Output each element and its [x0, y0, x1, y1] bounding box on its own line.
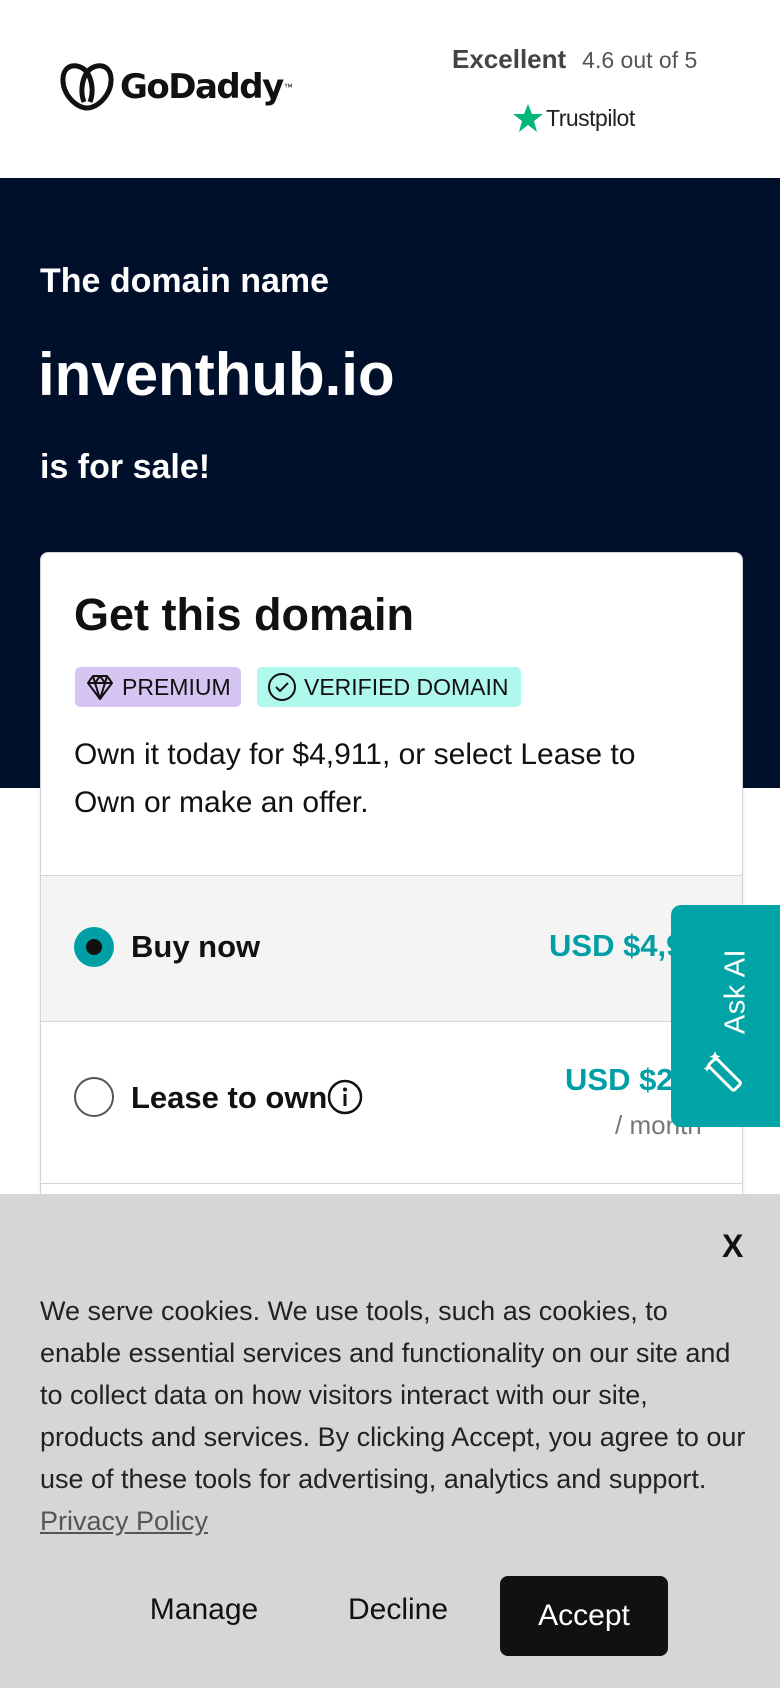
godaddy-logo-icon	[60, 63, 114, 111]
cookie-message: We serve cookies. We use tools, such as …	[40, 1296, 746, 1494]
trustpilot-name: Trustpilot	[546, 104, 635, 131]
lease-to-own-radio[interactable]	[74, 1077, 114, 1117]
trustpilot-score: 4.6 out of 5	[582, 47, 698, 73]
godaddy-logo[interactable]: GoDaddy ™	[60, 62, 293, 112]
diamond-icon	[87, 675, 113, 700]
decline-button[interactable]: Decline	[336, 1570, 460, 1650]
hero-intro: The domain name	[40, 262, 330, 300]
ask-ai-button[interactable]: Ask AI	[671, 905, 780, 1127]
logo-trademark: ™	[283, 82, 293, 92]
site-header: GoDaddy ™ Excellent 4.6 out of 5 Trustpi…	[0, 0, 780, 178]
logo-text: GoDaddy	[120, 67, 284, 107]
cookie-text: We serve cookies. We use tools, such as …	[40, 1290, 752, 1542]
cookie-banner: X We serve cookies. We use tools, such a…	[0, 1194, 780, 1688]
trustpilot-star-icon	[513, 104, 543, 132]
trustpilot-brand[interactable]: Trustpilot	[512, 102, 635, 134]
domain-name-heading: inventhub.io	[38, 341, 395, 408]
verified-badge-label: VERIFIED DOMAIN	[304, 673, 509, 700]
buy-now-radio[interactable]	[74, 927, 114, 967]
ask-ai-label: Ask AI	[719, 948, 752, 1035]
hero-for-sale: is for sale!	[40, 448, 211, 486]
verified-domain-badge: VERIFIED DOMAIN	[257, 667, 521, 707]
close-icon[interactable]: X	[722, 1228, 743, 1265]
trustpilot-rating-word: Excellent	[452, 44, 567, 74]
info-icon[interactable]	[326, 1078, 364, 1116]
privacy-policy-link[interactable]: Privacy Policy	[40, 1506, 208, 1536]
card-description: Own it today for $4,911, or select Lease…	[74, 738, 636, 819]
buy-now-label: Buy now	[131, 929, 261, 964]
lease-to-own-option[interactable]: Lease to own USD $205 / month	[41, 1021, 742, 1183]
card-title: Get this domain	[74, 589, 415, 640]
magic-wand-icon	[703, 1051, 742, 1092]
premium-badge-label: PREMIUM	[122, 673, 231, 700]
check-circle-icon	[268, 673, 296, 701]
manage-button[interactable]: Manage	[136, 1570, 272, 1650]
lease-to-own-label: Lease to own	[131, 1080, 328, 1115]
buy-now-option[interactable]: Buy now USD $4,911	[41, 875, 742, 1021]
accept-button[interactable]: Accept	[500, 1576, 668, 1656]
premium-badge: PREMIUM	[75, 667, 241, 707]
trustpilot-rating: Excellent 4.6 out of 5	[452, 44, 697, 75]
